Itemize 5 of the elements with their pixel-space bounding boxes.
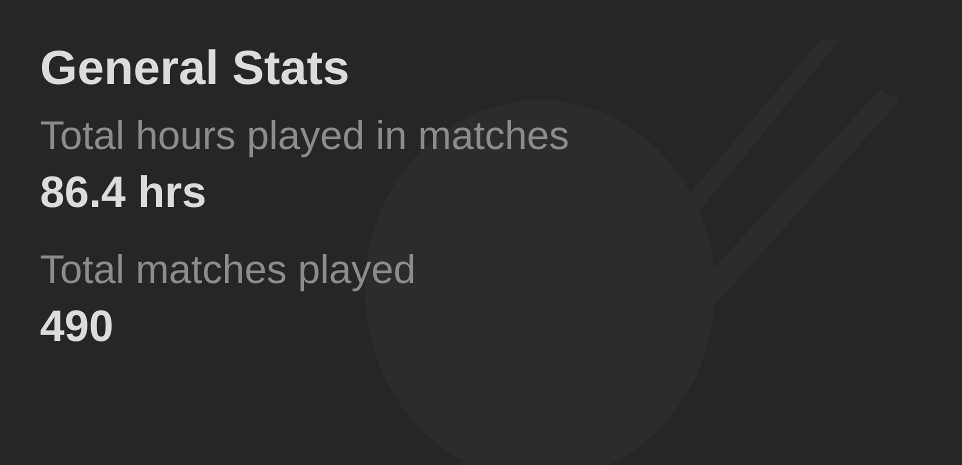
- section-title: General Stats: [40, 41, 350, 97]
- stat-label: Total hours played in matches: [40, 113, 570, 160]
- stat-value: 490: [40, 301, 114, 353]
- stat-value: 86.4 hrs: [40, 167, 208, 219]
- stat-label: Total matches played: [40, 247, 417, 294]
